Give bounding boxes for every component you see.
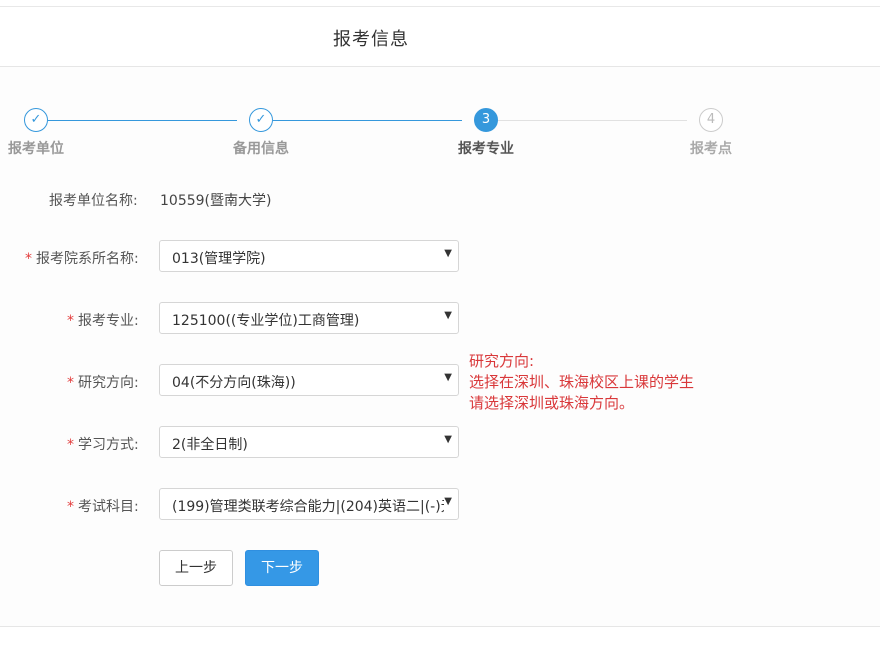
step-4-label: 报考点 [690, 141, 732, 157]
direction-select-value: 04(不分方向(珠海)) [172, 375, 296, 391]
note-line-3: 请选择深圳或珠海方向。 [469, 394, 635, 412]
step-1-label: 报考单位 [8, 141, 64, 157]
prev-step-button[interactable]: 上一步 [159, 550, 233, 586]
caret-down-icon: ▼ [444, 496, 452, 507]
note-line-2: 选择在深圳、珠海校区上课的学生 [469, 373, 695, 391]
subjects-label-text: 考试科目: [78, 499, 139, 515]
required-mark: * [67, 437, 74, 453]
caret-down-icon: ▼ [444, 248, 452, 259]
department-select-value: 013(管理学院) [172, 251, 266, 267]
step-3-number: 3 [474, 108, 498, 132]
department-label-text: 报考院系所名称: [36, 251, 139, 267]
step-1-check-icon: ✓ [24, 108, 48, 132]
required-mark: * [67, 499, 74, 515]
direction-note: 研究方向: 选择在深圳、珠海校区上课的学生 请选择深圳或珠海方向。 [469, 351, 694, 414]
major-select-value: 125100((专业学位)工商管理) [172, 313, 360, 329]
subjects-label: * 考试科目: [67, 496, 139, 516]
step-2-label: 备用信息 [233, 141, 289, 157]
unit-label: 报考单位名称: [49, 193, 138, 209]
next-step-button[interactable]: 下一步 [245, 550, 319, 586]
step-connector [498, 120, 687, 121]
step-3-label: 报考专业 [458, 141, 514, 157]
study-mode-select[interactable]: 2(非全日制) ▼ [159, 426, 459, 458]
direction-label-text: 研究方向: [78, 375, 139, 391]
study-mode-label: * 学习方式: [67, 434, 139, 454]
major-label: * 报考专业: [67, 310, 139, 330]
major-label-text: 报考专业: [78, 313, 139, 329]
direction-select[interactable]: 04(不分方向(珠海)) ▼ [159, 364, 459, 396]
required-mark: * [67, 375, 74, 391]
unit-value: 10559(暨南大学) [160, 193, 272, 209]
subjects-select[interactable]: (199)管理类联考综合能力|(204)英语二|(-)无 ▼ [159, 488, 459, 520]
form-panel [0, 67, 880, 626]
note-line-1: 研究方向: [469, 352, 535, 370]
footer-area [0, 627, 880, 651]
step-2-check-icon: ✓ [249, 108, 273, 132]
step-connector [273, 120, 462, 121]
required-mark: * [25, 251, 32, 267]
step-4-number: 4 [699, 108, 723, 132]
caret-down-icon: ▼ [444, 434, 452, 445]
study-mode-label-text: 学习方式: [78, 437, 139, 453]
department-select[interactable]: 013(管理学院) ▼ [159, 240, 459, 272]
major-select[interactable]: 125100((专业学位)工商管理) ▼ [159, 302, 459, 334]
caret-down-icon: ▼ [444, 310, 452, 321]
required-mark: * [67, 313, 74, 329]
page-header: 报考信息 [0, 7, 880, 67]
caret-down-icon: ▼ [444, 372, 452, 383]
department-label: * 报考院系所名称: [25, 248, 139, 268]
step-connector [48, 120, 237, 121]
subjects-select-value: (199)管理类联考综合能力|(204)英语二|(-)无 [172, 499, 444, 515]
direction-label: * 研究方向: [67, 372, 139, 392]
study-mode-select-value: 2(非全日制) [172, 437, 248, 453]
page-title: 报考信息 [333, 29, 409, 50]
